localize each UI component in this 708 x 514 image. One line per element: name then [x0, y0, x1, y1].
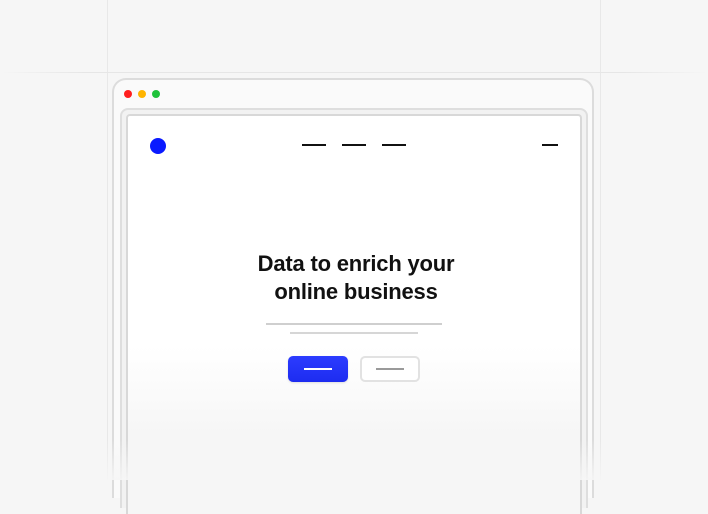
- nav-item-2[interactable]: [342, 144, 366, 146]
- maximize-dot[interactable]: [152, 90, 160, 98]
- top-navigation: [302, 144, 406, 146]
- minimize-dot[interactable]: [138, 90, 146, 98]
- page-viewport: Data to enrich your online business: [126, 114, 582, 514]
- hero-subtitle-placeholder-line-2: [290, 332, 418, 334]
- nav-item-1[interactable]: [302, 144, 326, 146]
- hero-title-line-2: online business: [274, 279, 438, 304]
- close-dot[interactable]: [124, 90, 132, 98]
- menu-icon[interactable]: [542, 144, 558, 146]
- nav-item-3[interactable]: [382, 144, 406, 146]
- hero-title: Data to enrich your online business: [128, 250, 584, 306]
- page-frame: Data to enrich your online business: [120, 108, 588, 514]
- brand-logo[interactable]: [150, 138, 166, 154]
- secondary-cta-label-placeholder: [376, 368, 404, 370]
- secondary-cta-button[interactable]: [360, 356, 420, 382]
- guide-line-top: [0, 72, 708, 73]
- primary-cta-label-placeholder: [304, 368, 332, 370]
- primary-cta-button[interactable]: [288, 356, 348, 382]
- hero-subtitle-placeholder-line-1: [266, 323, 442, 325]
- window-controls: [124, 90, 160, 98]
- browser-window: Data to enrich your online business: [112, 78, 594, 514]
- hero-title-line-1: Data to enrich your: [257, 251, 455, 276]
